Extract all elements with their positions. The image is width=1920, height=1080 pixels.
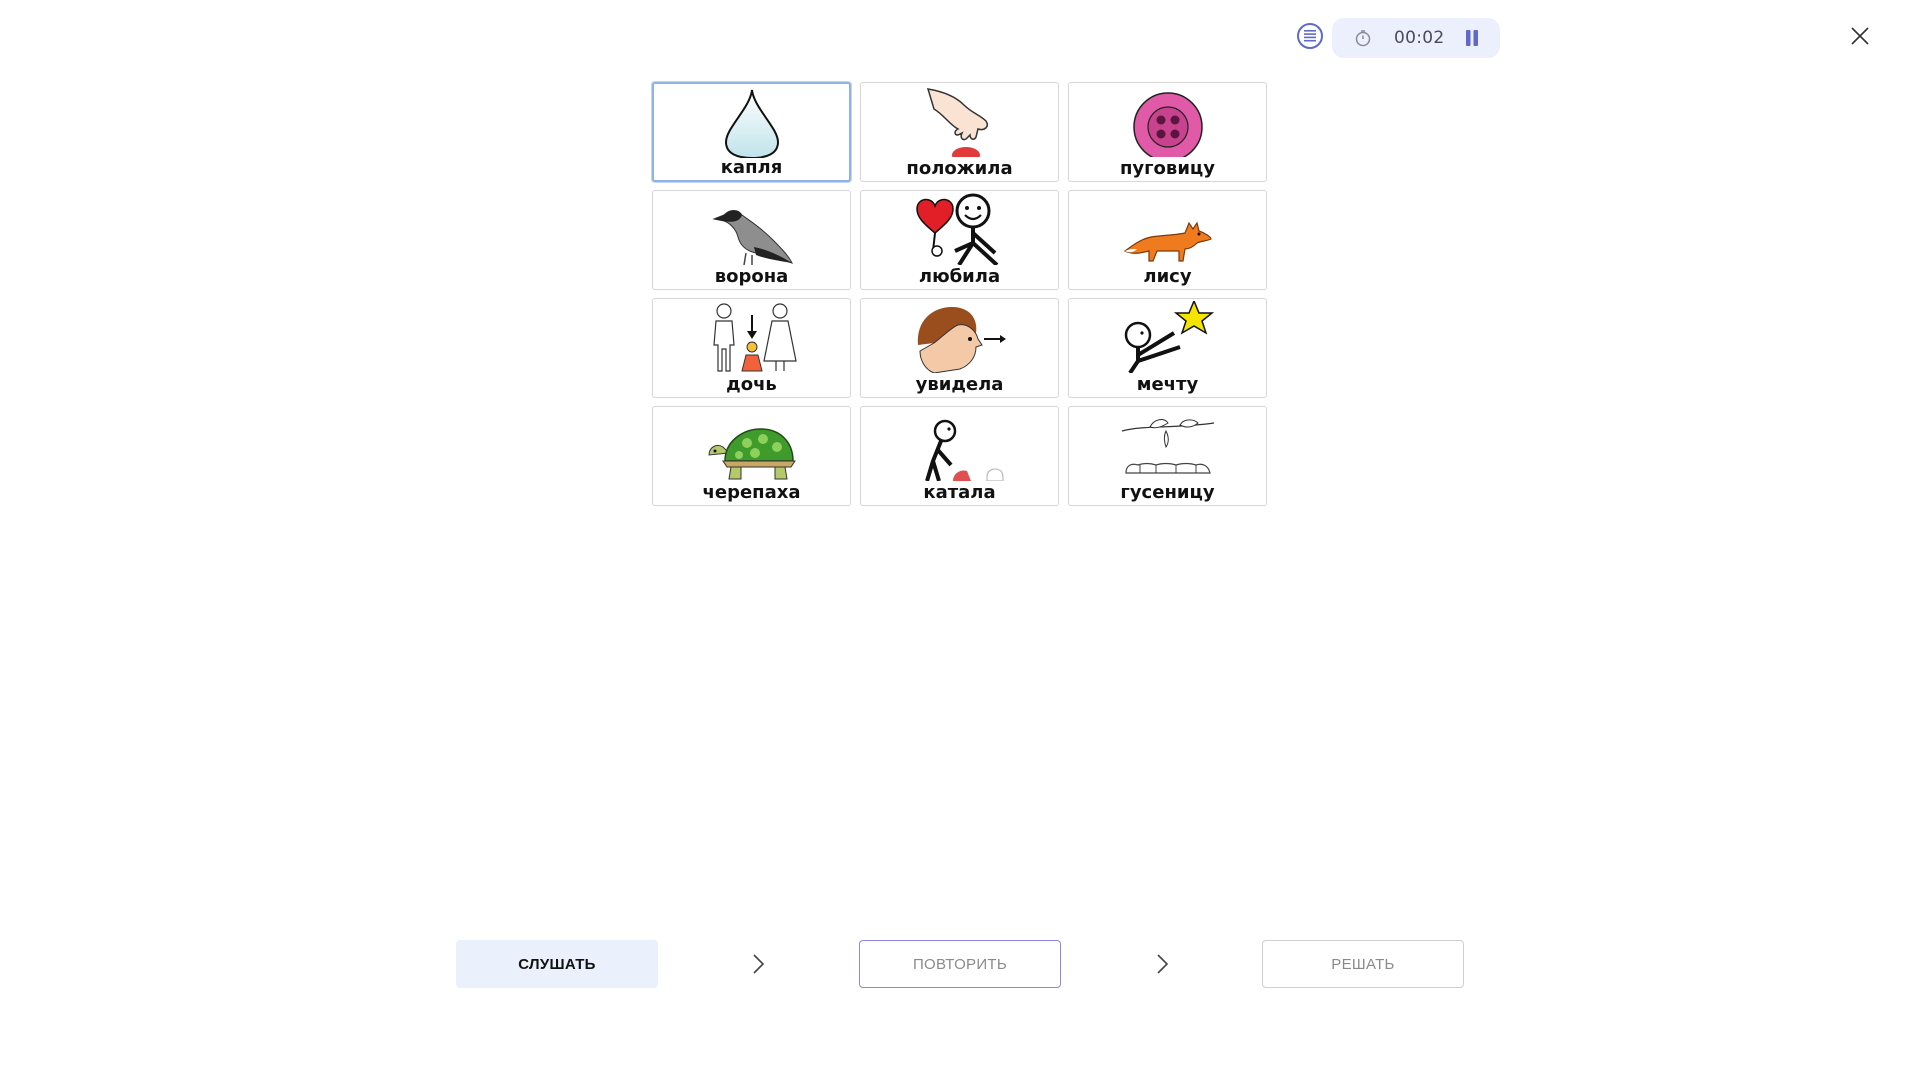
solve-button[interactable]: РЕШАТЬ [1262,940,1464,988]
card-label: любила [918,266,1001,287]
word-card-mechtu[interactable]: мечту [1068,298,1267,398]
card-label: ворона [714,266,789,287]
fox-icon [1069,193,1266,265]
card-label: катала [923,482,996,503]
timer-panel: 00:02 [1332,18,1500,58]
repeat-button[interactable]: ПОВТОРИТЬ [859,940,1061,988]
card-label: лису [1143,266,1192,287]
button-icon [1069,85,1266,157]
word-card-katala[interactable]: катала [860,406,1059,506]
turtle-icon [653,409,850,481]
list-menu-icon[interactable] [1297,23,1323,49]
exercise-screen: 00:02 капля положила пуговицу ворона люб… [0,0,1920,1080]
person-reaching-star-icon [1069,301,1266,373]
person-with-heart-icon [861,193,1058,265]
word-card-doch[interactable]: дочь [652,298,851,398]
card-label: увидела [915,374,1004,395]
parents-and-daughter-icon [653,301,850,373]
word-card-uvidela[interactable]: увидела [860,298,1059,398]
word-card-cherepakha[interactable]: черепаха [652,406,851,506]
listen-button[interactable]: СЛУШАТЬ [456,940,658,988]
pause-icon[interactable] [1462,28,1482,48]
card-label: мечту [1136,374,1199,395]
step-bar: СЛУШАТЬ ПОВТОРИТЬ РЕШАТЬ [0,940,1920,988]
timer-value: 00:02 [1394,28,1445,48]
hand-placing-icon [861,85,1058,157]
card-label: капля [720,157,783,178]
person-looking-icon [861,301,1058,373]
crow-icon [653,193,850,265]
word-card-gusenitsu[interactable]: гусеницу [1068,406,1267,506]
chevron-right-icon [753,954,765,974]
close-icon[interactable] [1848,24,1872,48]
card-label: дочь [726,374,777,395]
word-card-lisu[interactable]: лису [1068,190,1267,290]
word-card-grid: капля положила пуговицу ворона любила ли… [652,82,1267,506]
card-label: черепаха [702,482,801,503]
word-card-kaplya[interactable]: капля [652,82,851,182]
word-card-vorona[interactable]: ворона [652,190,851,290]
card-label: пуговицу [1119,158,1216,179]
caterpillar-on-branch-icon [1069,409,1266,481]
person-rolling-ball-icon [861,409,1058,481]
water-drop-icon [654,86,849,158]
stopwatch-icon [1354,28,1374,48]
word-card-lyubila[interactable]: любила [860,190,1059,290]
card-label: положила [906,158,1013,179]
card-label: гусеницу [1120,482,1215,503]
word-card-polozhila[interactable]: положила [860,82,1059,182]
chevron-right-icon [1157,954,1169,974]
word-card-pugovitsu[interactable]: пуговицу [1068,82,1267,182]
